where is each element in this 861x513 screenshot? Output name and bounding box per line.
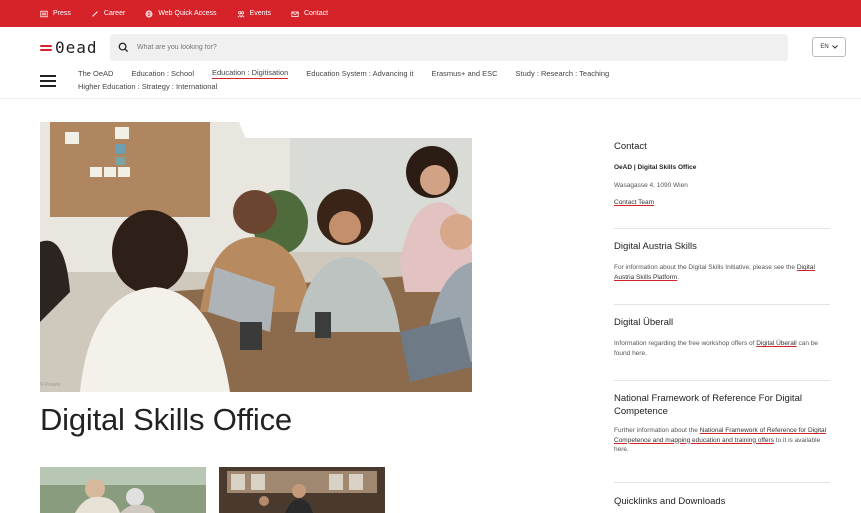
digital-ueberall-text: Information regarding the free workshop … [614,340,755,347]
framework-section: National Framework of Reference For Digi… [614,392,830,455]
people-icon [237,10,245,17]
language-select[interactable]: EN [812,37,846,57]
oead-logo[interactable]: 0ead [40,38,98,57]
quicklinks-title: Quicklinks and Downloads [614,496,726,507]
contact-address: Wasagasse 4, 1090 Wien [614,181,688,189]
nav-item-study-research[interactable]: Study : Research : Teaching [516,69,610,78]
framework-title: National Framework of Reference For Digi… [614,393,802,417]
chevron-down-icon [831,45,838,49]
sidebar-divider [614,228,830,229]
page-title: Digital Skills Office [40,402,292,437]
career-icon [92,10,98,17]
globe-icon [145,10,153,17]
main-navigation: The OeAD Education : School Education : … [78,67,858,92]
sidebar-divider [614,380,830,381]
thumbnail-image-2[interactable] [219,467,385,513]
digital-ueberall-section: Digital Überall Information regarding th… [614,316,830,358]
framework-text: Further information about the [614,427,698,434]
mail-icon [291,11,299,17]
contact-link[interactable]: Contact [291,10,328,18]
thumbnail-image-1[interactable] [40,467,206,513]
nav-item-erasmus[interactable]: Erasmus+ and ESC [431,69,497,78]
newspaper-icon [40,10,48,17]
nav-item-education-digitisation[interactable]: Education : Digitisation [211,68,289,79]
logo-wordmark: 0ead [55,38,98,57]
nav-item-higher-education[interactable]: Higher Education : Strategy : Internatio… [78,82,217,91]
digital-austria-end: . [677,273,680,281]
logo-mark-icon [40,44,52,51]
contact-team-link[interactable]: Contact Team [614,199,654,206]
web-quick-access-link[interactable]: Web Quick Access [145,10,217,18]
nav-divider [0,98,861,99]
digital-austria-title: Digital Austria Skills [614,241,697,252]
menu-icon[interactable] [40,75,56,87]
digital-austria-section: Digital Austria Skills For information a… [614,240,830,282]
press-link[interactable]: Press [40,10,71,18]
contact-org: OeAD | Digital Skills Office [614,164,697,171]
digital-austria-text: For information about the Digital Skills… [614,264,796,271]
hero-image [40,122,472,392]
contact-title: Contact [614,141,647,152]
sidebar-divider [614,304,830,305]
contact-section: Contact OeAD | Digital Skills Office Was… [614,140,830,208]
quicklinks-section: Quicklinks and Downloads [614,495,830,508]
digital-ueberall-link[interactable]: Digital Überall [756,340,796,347]
image-credit: © Pexels [40,382,61,388]
nav-item-education-school[interactable]: Education : School [131,69,194,78]
sidebar-divider [614,482,830,483]
search-bar[interactable] [110,34,788,61]
language-value: EN [820,44,829,50]
events-link[interactable]: Events [237,10,271,18]
career-link[interactable]: Career [91,10,125,18]
top-utility-bar: Press Career Web Quick Access Events Con… [0,0,861,27]
search-input[interactable] [137,44,737,51]
nav-item-the-oead[interactable]: The OeAD [78,69,113,78]
web-quick-access-label: Web Quick Access [158,10,217,17]
events-label: Events [249,10,271,17]
contact-label: Contact [303,10,329,17]
career-label: Career [103,10,126,17]
nav-item-education-system[interactable]: Education System : Advancing it [306,69,413,78]
search-icon [118,42,129,53]
press-label: Press [53,10,71,17]
digital-ueberall-title: Digital Überall [614,317,674,328]
